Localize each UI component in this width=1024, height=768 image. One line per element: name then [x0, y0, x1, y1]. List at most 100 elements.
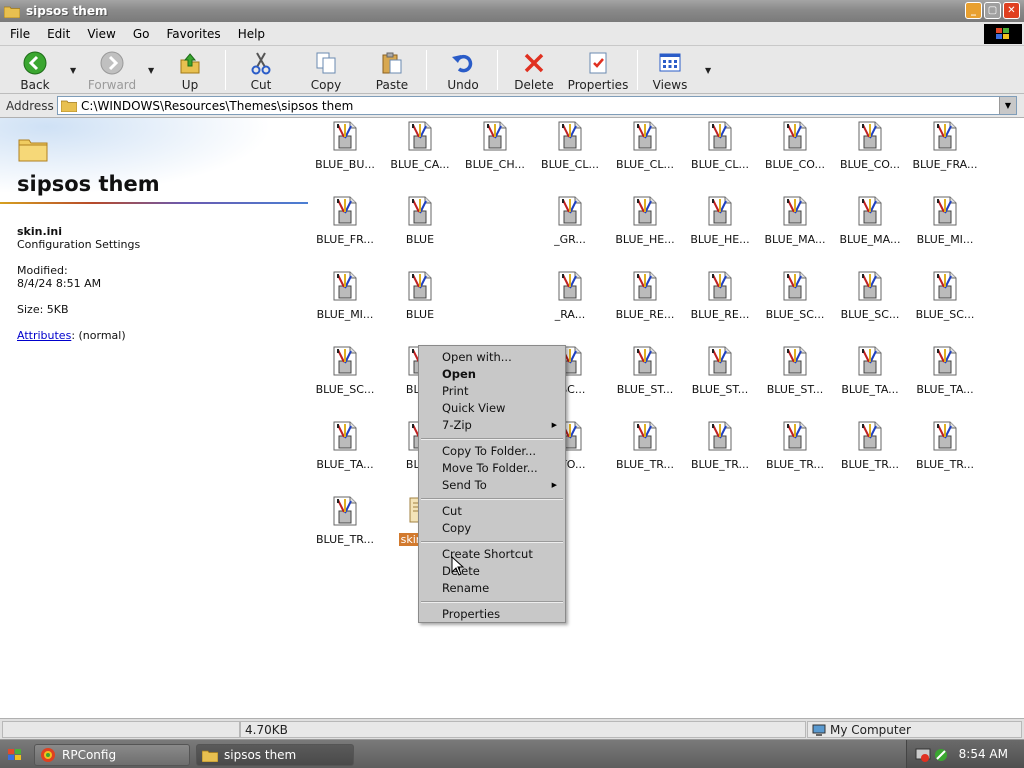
forward-button[interactable]: Forward — [88, 50, 136, 92]
taskbar-button-sipsos-them[interactable]: sipsos them — [196, 744, 354, 766]
file-item[interactable]: BLUE_TA... — [908, 345, 982, 411]
close-button[interactable]: ✕ — [1003, 2, 1020, 19]
delete-button[interactable]: Delete — [514, 50, 554, 92]
context-menu-separator — [421, 498, 563, 500]
file-item[interactable]: BLUE_SC... — [758, 270, 832, 336]
file-item[interactable]: BLUE_RE... — [608, 270, 682, 336]
menu-view[interactable]: View — [77, 27, 122, 41]
undo-label: Undo — [447, 78, 479, 92]
file-item[interactable]: BLUE_ST... — [758, 345, 832, 411]
menu-edit[interactable]: Edit — [37, 27, 77, 41]
properties-button[interactable]: Properties — [568, 50, 628, 92]
bitmap-file-icon — [329, 495, 361, 527]
context-menu-send-to[interactable]: Send To — [442, 478, 487, 492]
forward-dropdown[interactable]: ▼ — [148, 66, 154, 75]
context-menu-copy[interactable]: Copy — [442, 521, 471, 535]
file-item[interactable]: BLUE_TR... — [908, 420, 982, 486]
file-item[interactable]: BLUE_TR... — [683, 420, 757, 486]
back-dropdown[interactable]: ▼ — [70, 66, 76, 75]
context-menu-copy-to-folder[interactable]: Copy To Folder... — [442, 444, 536, 458]
start-button[interactable] — [4, 745, 26, 765]
context-menu-cut[interactable]: Cut — [442, 504, 462, 518]
context-menu-7-zip[interactable]: 7-Zip — [442, 418, 472, 432]
file-item[interactable]: BLUE_ST... — [683, 345, 757, 411]
file-item[interactable]: BLUE_TA... — [308, 420, 382, 486]
menu-file[interactable]: File — [0, 27, 37, 41]
file-item[interactable]: BLUE_CH... — [458, 120, 532, 186]
minimize-button[interactable]: _ — [965, 2, 982, 19]
context-menu-move-to-folder[interactable]: Move To Folder... — [442, 461, 538, 475]
back-button[interactable]: Back — [18, 50, 52, 92]
cut-button[interactable]: Cut — [246, 50, 276, 92]
file-item[interactable]: BLUE_MI... — [308, 270, 382, 336]
file-name-label: BLUE_TR... — [915, 458, 975, 471]
file-item[interactable]: BLUE — [383, 195, 457, 261]
address-label: Address — [6, 98, 54, 113]
menu-favorites[interactable]: Favorites — [156, 27, 227, 41]
bitmap-file-icon — [554, 195, 586, 227]
file-item[interactable]: _GR... — [533, 195, 607, 261]
address-input[interactable]: C:\WINDOWS\Resources\Themes\sipsos them … — [57, 96, 1017, 115]
context-menu-open-with[interactable]: Open with... — [442, 350, 512, 364]
file-item[interactable]: BLUE_CO... — [833, 120, 907, 186]
taskbar-button-rpconfig[interactable]: RPConfig — [34, 744, 190, 766]
file-item[interactable]: BLUE_HE... — [683, 195, 757, 261]
menu-help[interactable]: Help — [228, 27, 272, 41]
title-bar[interactable]: sipsos them _ ▢ ✕ — [0, 0, 1024, 22]
file-item[interactable]: BLUE_BU... — [308, 120, 382, 186]
file-item[interactable]: BLUE_CL... — [533, 120, 607, 186]
file-item[interactable]: BLUE_TA... — [833, 345, 907, 411]
clock[interactable]: 8:54 AM — [959, 747, 1008, 761]
paste-label: Paste — [375, 78, 409, 92]
context-menu-rename[interactable]: Rename — [442, 581, 489, 595]
rpconfig-icon — [41, 748, 55, 762]
back-label: Back — [20, 78, 50, 92]
file-item[interactable]: BLUE_FR... — [308, 195, 382, 261]
undo-button[interactable]: Undo — [446, 50, 480, 92]
up-button[interactable]: Up — [176, 50, 204, 92]
tray-tools-icon[interactable] — [933, 747, 949, 763]
file-item[interactable]: BLUE_CO... — [758, 120, 832, 186]
file-item[interactable]: BLUE_HE... — [608, 195, 682, 261]
file-item[interactable]: BLUE_MA... — [833, 195, 907, 261]
file-item[interactable]: BLUE_RE... — [683, 270, 757, 336]
file-item[interactable]: BLUE_TR... — [833, 420, 907, 486]
file-item[interactable]: BLUE_SC... — [308, 345, 382, 411]
file-item[interactable]: BLUE_TR... — [308, 495, 382, 561]
file-name-label: BLUE_TR... — [840, 458, 900, 471]
views-dropdown[interactable]: ▼ — [705, 66, 711, 75]
content-area: sipsos them skin.ini Configuration Setti… — [0, 118, 1024, 718]
address-dropdown-button[interactable]: ▼ — [999, 97, 1016, 114]
delete-x-icon — [521, 50, 547, 76]
context-menu-properties[interactable]: Properties — [442, 607, 500, 621]
file-item[interactable]: BLUE_ST... — [608, 345, 682, 411]
file-item[interactable]: BLUE_TR... — [608, 420, 682, 486]
maximize-button[interactable]: ▢ — [984, 2, 1001, 19]
paste-button[interactable]: Paste — [374, 50, 410, 92]
file-item[interactable]: _RA... — [533, 270, 607, 336]
file-name-label: BLUE_TA... — [916, 383, 974, 396]
file-item[interactable]: BLUE — [383, 270, 457, 336]
up-label: Up — [181, 78, 199, 92]
file-item[interactable]: BLUE_CL... — [608, 120, 682, 186]
file-item[interactable]: BLUE_CA... — [383, 120, 457, 186]
file-item[interactable]: BLUE_CL... — [683, 120, 757, 186]
bitmap-file-icon — [404, 120, 436, 152]
status-bar: 4.70KB My Computer — [0, 718, 1024, 739]
copy-button[interactable]: Copy — [308, 50, 344, 92]
file-item[interactable]: BLUE_TR... — [758, 420, 832, 486]
context-menu-print[interactable]: Print — [442, 384, 468, 398]
file-name-label: BLUE_MI... — [916, 233, 974, 246]
file-item[interactable]: BLUE_SC... — [908, 270, 982, 336]
file-item[interactable]: BLUE_MI... — [908, 195, 982, 261]
status-size: 4.70KB — [240, 721, 806, 738]
file-item[interactable]: BLUE_MA... — [758, 195, 832, 261]
tray-app-icon[interactable] — [915, 747, 931, 763]
attributes-link[interactable]: Attributes — [17, 329, 71, 342]
file-item[interactable]: BLUE_SC... — [833, 270, 907, 336]
context-menu-quick-view[interactable]: Quick View — [442, 401, 505, 415]
file-item[interactable]: BLUE_FRA... — [908, 120, 982, 186]
views-button[interactable]: Views — [652, 50, 688, 92]
context-menu-open[interactable]: Open — [442, 367, 476, 381]
menu-go[interactable]: Go — [123, 27, 157, 41]
